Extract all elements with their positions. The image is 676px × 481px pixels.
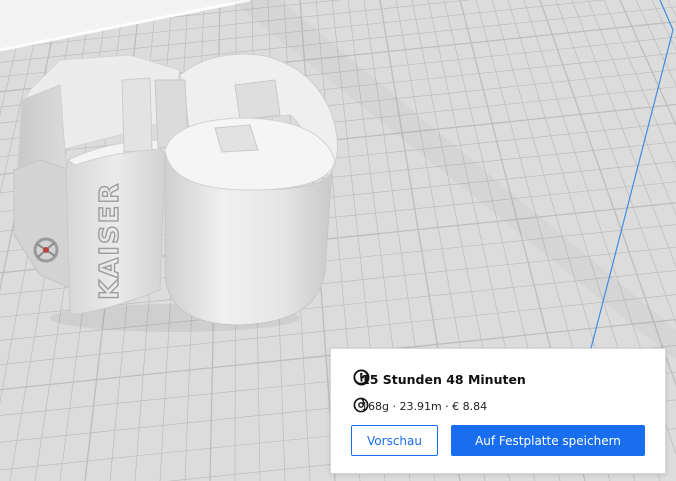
print-time: 15 Stunden 48 Minuten <box>361 371 526 387</box>
action-buttons: Vorschau Auf Festplatte speichern <box>351 425 645 457</box>
model-embossed-text: KAISER <box>95 182 125 300</box>
print-time-row: 15 Stunden 48 Minuten <box>353 369 647 389</box>
save-to-disk-button[interactable]: Auf Festplatte speichern <box>451 425 645 456</box>
print-summary-panel: 15 Stunden 48 Minuten 168g · 23.91m · € … <box>330 348 666 474</box>
material-row: 168g · 23.91m · € 8.84 <box>353 397 647 415</box>
material-summary: 168g · 23.91m · € 8.84 <box>361 399 488 413</box>
preview-button[interactable]: Vorschau <box>351 425 438 456</box>
model-cylinder-notch <box>214 124 259 153</box>
3d-viewport[interactable]: KAISER 15 Stunden 48 Minuten 168g · 23.9… <box>0 0 676 481</box>
model-hook-inner <box>234 79 281 121</box>
model-post-1 <box>121 77 153 153</box>
